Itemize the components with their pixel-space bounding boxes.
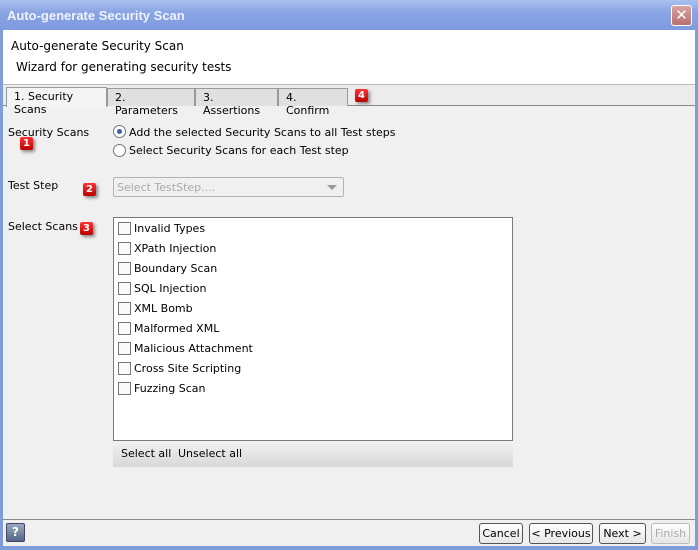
- callout-badge-2: 2: [83, 183, 96, 196]
- checkbox[interactable]: [118, 322, 131, 335]
- wizard-header: Auto-generate Security Scan Wizard for g…: [3, 30, 695, 85]
- scans-list: Invalid Types XPath Injection Boundary S…: [113, 217, 513, 441]
- radio-select-each-label[interactable]: Select Security Scans for each Test step: [129, 144, 349, 157]
- header-title: Auto-generate Security Scan: [11, 39, 184, 53]
- tab-assertions[interactable]: 3. Assertions: [195, 88, 278, 117]
- close-button[interactable]: ✕: [671, 5, 692, 26]
- checkbox[interactable]: [118, 342, 131, 355]
- cancel-button[interactable]: Cancel: [479, 523, 523, 544]
- header-subtitle: Wizard for generating security tests: [16, 60, 232, 74]
- checkbox[interactable]: [118, 362, 131, 375]
- radio-select-each[interactable]: [113, 144, 126, 157]
- select-scans-label: Select Scans: [8, 220, 78, 233]
- checkbox[interactable]: [118, 242, 131, 255]
- checkbox[interactable]: [118, 282, 131, 295]
- checkbox[interactable]: [118, 382, 131, 395]
- finish-button[interactable]: Finish: [651, 523, 690, 544]
- tab-security-scans[interactable]: 1. Security Scans: [6, 87, 107, 116]
- previous-button[interactable]: < Previous: [529, 523, 593, 544]
- tab-bar: 1. Security Scans 2. Parameters 3. Asser…: [3, 85, 695, 117]
- window-title: Auto-generate Security Scan: [7, 8, 185, 23]
- tab-confirm[interactable]: 4. Confirm: [278, 88, 348, 117]
- help-icon: ?: [12, 525, 19, 539]
- next-button[interactable]: Next >: [599, 523, 646, 544]
- tab-parameters[interactable]: 2. Parameters: [107, 88, 195, 117]
- footer-divider: [3, 519, 695, 520]
- checkbox[interactable]: [118, 302, 131, 315]
- chevron-down-icon: [327, 185, 337, 190]
- select-all-button[interactable]: Select all: [121, 447, 171, 460]
- unselect-all-button[interactable]: Unselect all: [178, 447, 242, 460]
- checkbox[interactable]: [118, 222, 131, 235]
- title-bar: Auto-generate Security Scan: [0, 0, 698, 30]
- callout-badge-4: 4: [355, 89, 368, 102]
- help-button[interactable]: ?: [6, 523, 25, 542]
- test-step-placeholder: Select TestStep....: [117, 181, 216, 194]
- callout-badge-3: 3: [80, 222, 93, 235]
- list-toolbar: Select all Unselect all: [113, 441, 513, 467]
- checkbox[interactable]: [118, 262, 131, 275]
- test-step-select[interactable]: Select TestStep....: [113, 177, 344, 197]
- callout-badge-1: 1: [20, 137, 33, 150]
- close-icon: ✕: [675, 6, 688, 24]
- radio-add-to-all-label[interactable]: Add the selected Security Scans to all T…: [129, 126, 395, 139]
- test-step-label: Test Step: [8, 179, 59, 192]
- radio-add-to-all[interactable]: [113, 125, 126, 138]
